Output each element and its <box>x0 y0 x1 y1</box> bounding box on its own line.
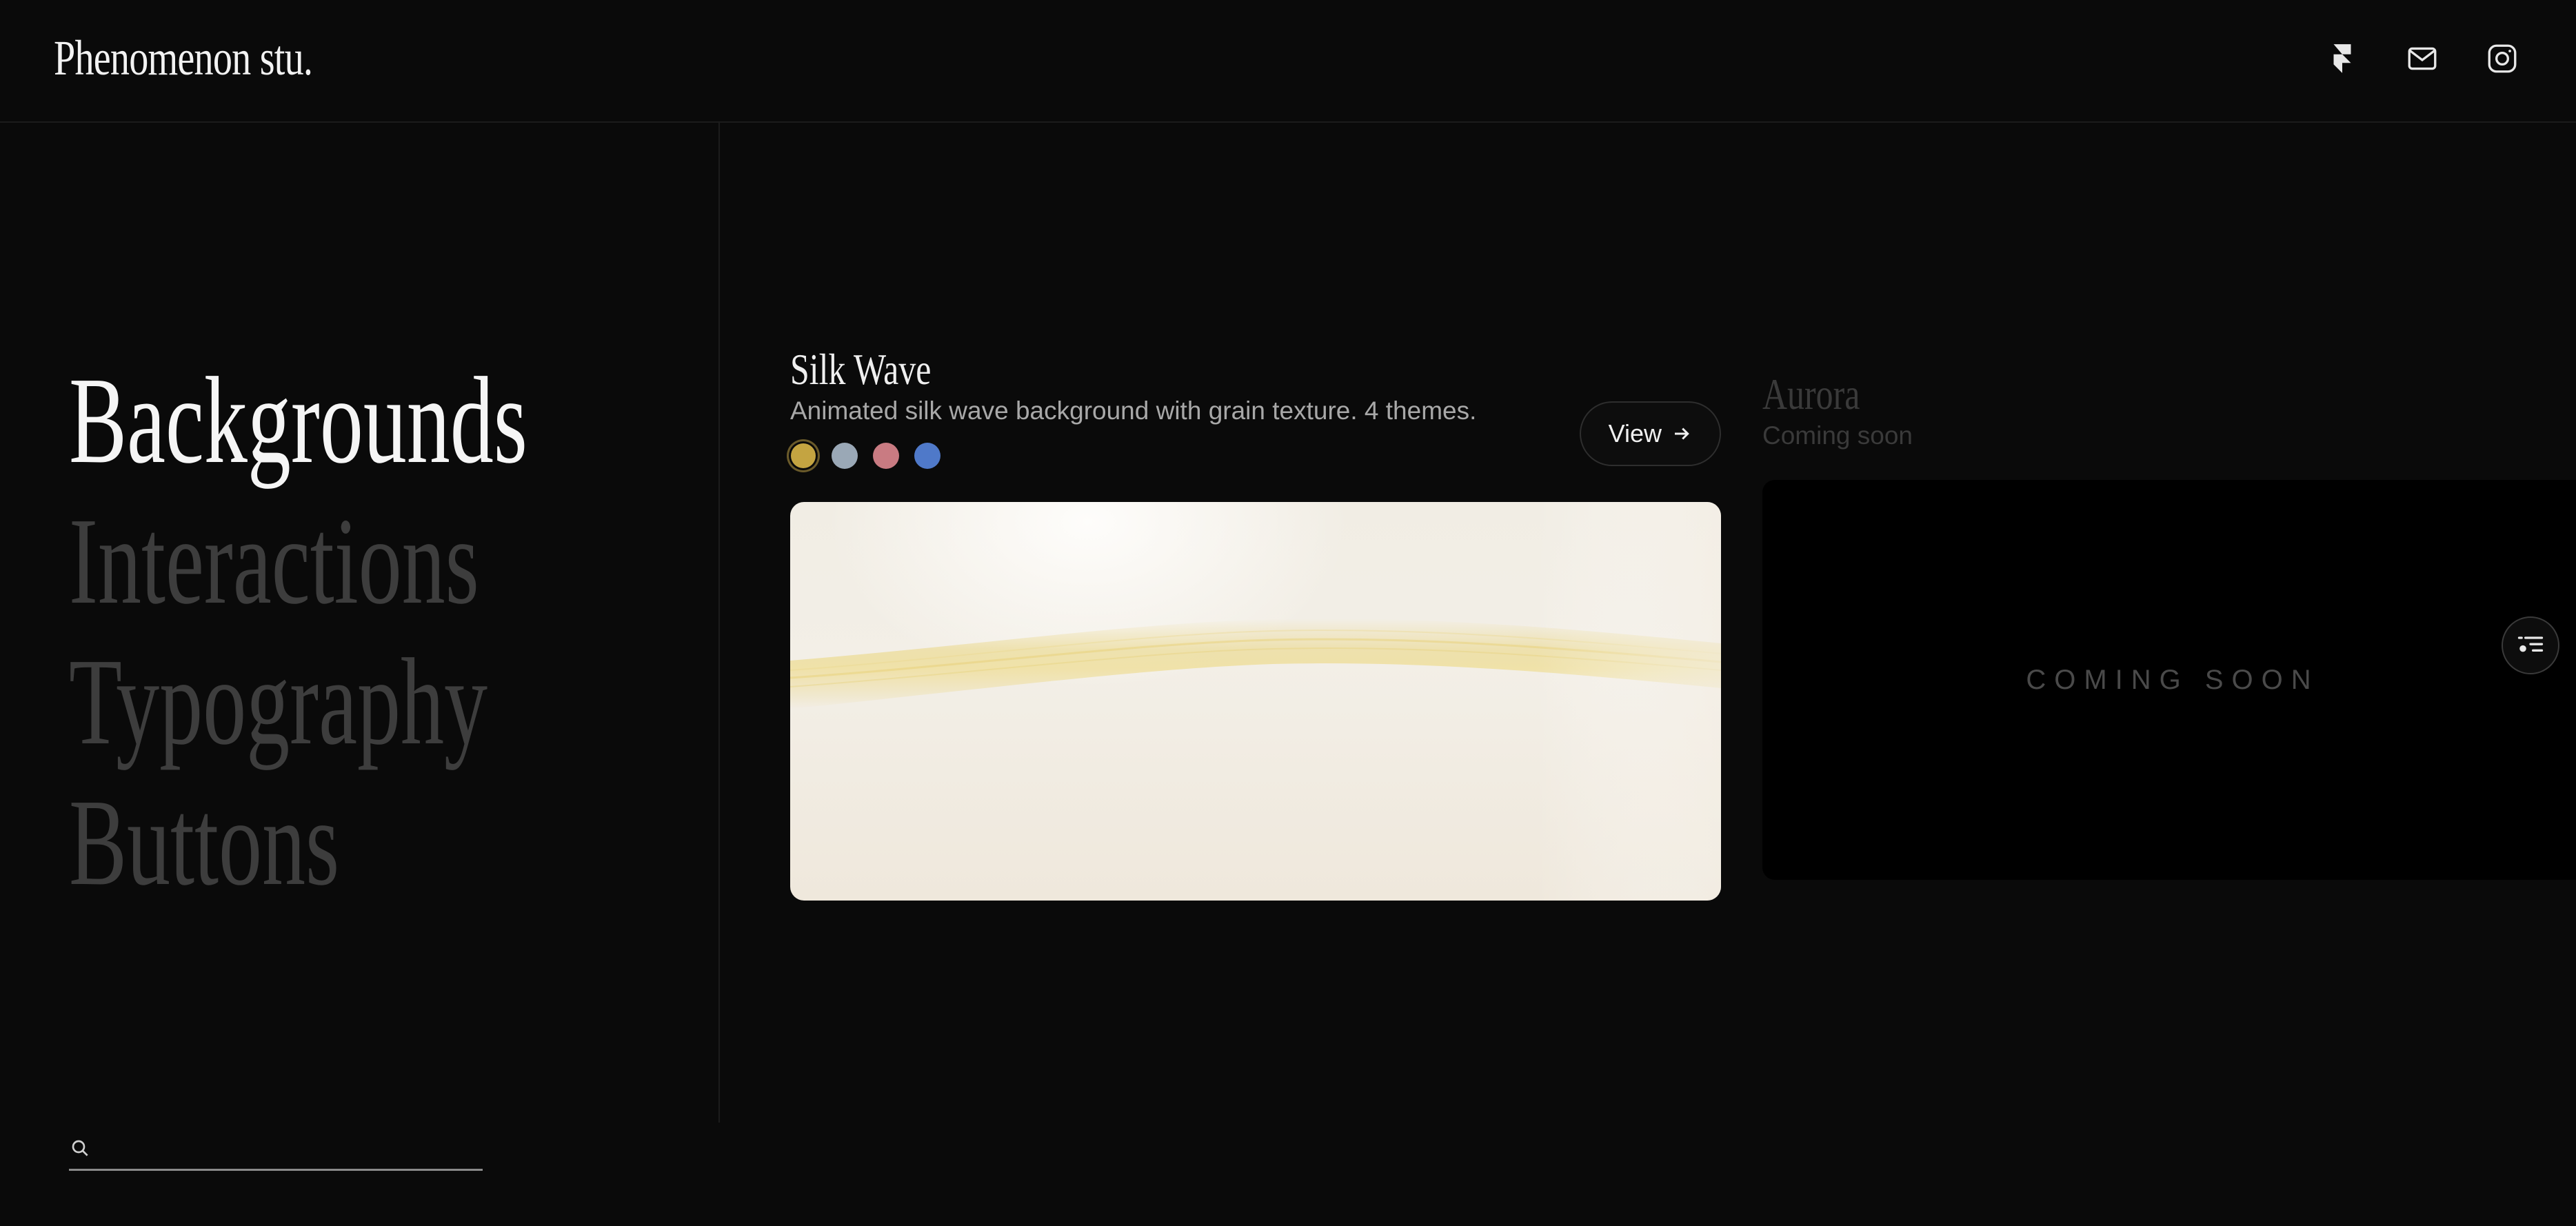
nav-item-buttons[interactable]: Buttons <box>69 772 527 913</box>
card-silk-wave: Silk Wave Animated silk wave background … <box>790 345 1721 901</box>
list-settings-icon <box>2517 636 2544 652</box>
search-bar <box>69 1123 483 1171</box>
instagram-icon[interactable] <box>2484 40 2521 77</box>
search-icon <box>72 1140 88 1156</box>
logo[interactable]: Phenomenon stu. <box>54 28 313 88</box>
card-aurora: Aurora Coming soon COMING SOON <box>1762 370 2576 880</box>
top-bar: Phenomenon stu. <box>0 0 2576 123</box>
card-title: Aurora <box>1762 370 1860 419</box>
nav-item-interactions[interactable]: Interactions <box>69 491 527 632</box>
coming-soon-label: COMING SOON <box>2026 664 2320 695</box>
silk-wave-preview[interactable] <box>790 502 1721 901</box>
nav-item-backgrounds[interactable]: Backgrounds <box>69 350 527 491</box>
nav-item-typography[interactable]: Typography <box>69 632 527 772</box>
swatch-slate[interactable] <box>832 443 858 469</box>
silk-wave-graphic <box>790 502 1721 901</box>
mail-icon[interactable] <box>2404 40 2441 77</box>
search-input[interactable] <box>101 1124 483 1167</box>
theme-swatches <box>790 443 1721 469</box>
category-nav: Backgrounds Interactions Typography Butt… <box>69 350 724 913</box>
framer-icon[interactable] <box>2324 40 2361 77</box>
header-icon-group <box>2324 40 2521 77</box>
view-button-label: View <box>1608 419 1662 448</box>
swatch-rose[interactable] <box>873 443 899 469</box>
aurora-preview: COMING SOON <box>1762 480 2576 880</box>
card-title: Silk Wave <box>790 345 932 394</box>
swatch-gold[interactable] <box>791 443 816 468</box>
swatch-blue[interactable] <box>914 443 940 469</box>
filter-toggle-button[interactable] <box>2502 616 2559 674</box>
card-description: Coming soon <box>1762 421 1913 450</box>
sidebar: Backgrounds Interactions Typography Butt… <box>0 123 720 1123</box>
view-button[interactable]: View <box>1579 401 1721 466</box>
arrow-right-icon <box>1675 428 1689 440</box>
